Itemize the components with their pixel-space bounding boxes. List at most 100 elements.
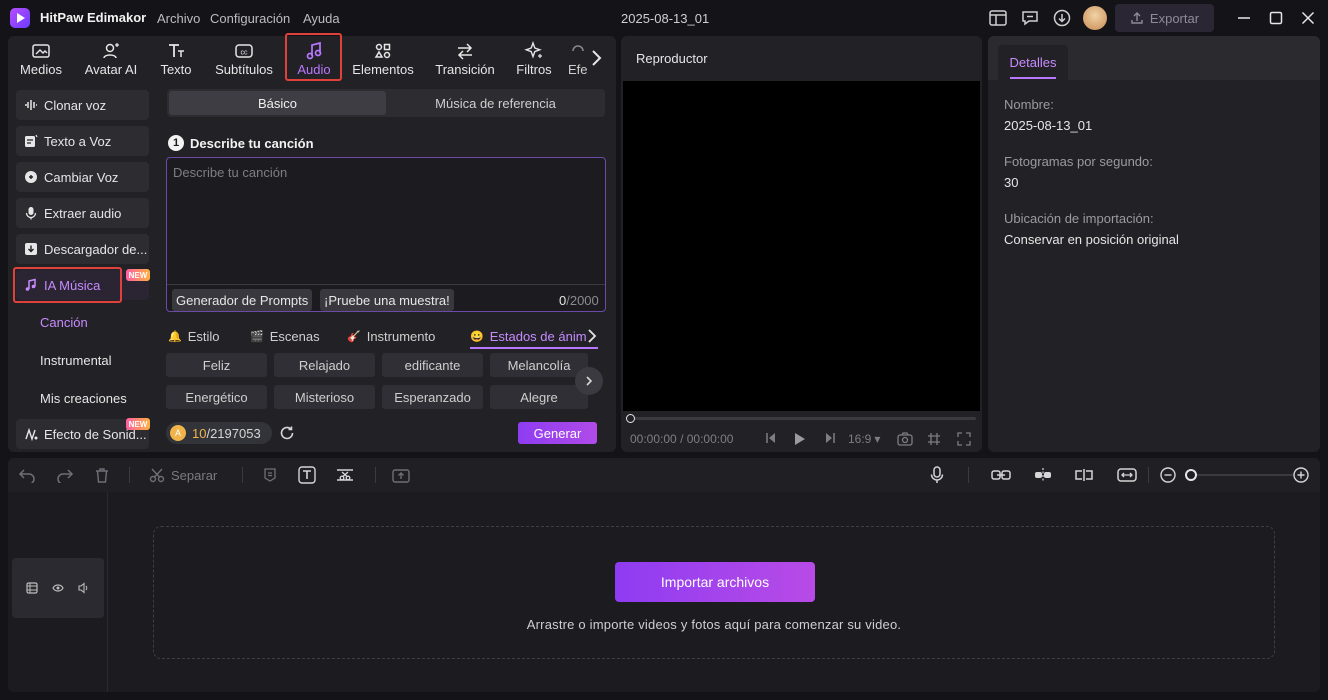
crop-grid-icon[interactable] (927, 432, 941, 446)
close-icon[interactable] (1298, 8, 1318, 28)
playback-progress-track[interactable] (629, 417, 976, 420)
zoom-slider-track[interactable] (1188, 474, 1293, 476)
player-title: Reproductor (636, 51, 708, 66)
sidebar-item-texto-a-voz[interactable]: Texto a Voz (16, 126, 149, 156)
sidebar-item-descargador[interactable]: Descargador de... (16, 234, 149, 264)
tags-next-button[interactable] (575, 367, 603, 395)
refresh-credits-icon[interactable] (278, 424, 296, 442)
import-files-button[interactable]: Importar archivos (615, 562, 815, 602)
tab-subtitulos[interactable]: cc Subtítulos (210, 36, 278, 80)
tag-misterioso[interactable]: Misterioso (274, 385, 375, 409)
prev-frame-icon[interactable] (765, 432, 777, 444)
audio-tab-highlight (285, 33, 342, 81)
credits-used: 10 (192, 425, 207, 441)
playback-scrubber[interactable] (626, 414, 635, 423)
category-active-underline (470, 347, 598, 349)
tabs-scroll-right-icon[interactable] (590, 48, 602, 68)
auto-cut-icon[interactable] (336, 466, 354, 484)
tag-esperanzado[interactable]: Esperanzado (382, 385, 483, 409)
field-label-nombre: Nombre: (1004, 97, 1054, 112)
segment-musica-referencia[interactable]: Música de referencia (388, 91, 603, 115)
tab-medios[interactable]: Medios (16, 36, 66, 80)
subtitle-style-icon[interactable] (262, 466, 278, 484)
menu-archivo[interactable]: Archivo (157, 11, 200, 26)
char-counter: 0/2000 (559, 293, 599, 308)
next-frame-icon[interactable] (824, 432, 836, 444)
snapshot-icon[interactable] (897, 432, 913, 446)
sidebar-sub-mis-creaciones[interactable]: Mis creaciones (40, 391, 127, 406)
play-icon[interactable] (794, 432, 806, 446)
zoom-slider-handle[interactable] (1185, 469, 1197, 481)
magnet-icon[interactable] (1033, 466, 1053, 484)
sidebar-item-cambiar-voz[interactable]: Cambiar Voz (16, 162, 149, 192)
split-track-icon[interactable] (1074, 466, 1094, 484)
tab-elementos[interactable]: Elementos (350, 36, 416, 80)
tab-texto[interactable]: Texto (156, 36, 196, 80)
generate-button[interactable]: Generar (518, 422, 597, 444)
record-voice-icon[interactable] (930, 466, 944, 484)
import-hint: Arrastre o importe videos y fotos aquí p… (526, 617, 902, 632)
download-circle-icon[interactable] (1052, 8, 1072, 28)
track-volume-icon[interactable] (78, 582, 90, 594)
track-header-divider (107, 492, 108, 692)
timeline-toolbar: Separar (8, 458, 1320, 492)
export-button[interactable]: Exportar (1115, 4, 1214, 32)
tag-feliz[interactable]: Feliz (166, 353, 267, 377)
export-clip-icon[interactable] (392, 466, 410, 484)
export-icon (1131, 12, 1143, 24)
fit-width-icon[interactable] (1117, 466, 1137, 484)
maximize-icon[interactable] (1266, 8, 1286, 28)
sidebar-item-label: Clonar voz (44, 97, 107, 113)
title-bar: HitPaw Edimakor Archivo Configuración Ay… (0, 0, 1328, 36)
tag-relajado[interactable]: Relajado (274, 353, 375, 377)
menu-ayuda[interactable]: Ayuda (303, 11, 340, 26)
zoom-in-icon[interactable] (1293, 466, 1309, 484)
tab-avatar-ai[interactable]: Avatar AI (80, 36, 142, 80)
import-drop-zone[interactable]: Importar archivos Arrastre o importe vid… (153, 526, 1275, 659)
aspect-ratio-select[interactable]: 16:9 ▾ (848, 432, 880, 446)
tab-detalles[interactable]: Detalles (998, 45, 1068, 80)
split-button[interactable]: Separar (149, 466, 217, 484)
video-preview[interactable] (623, 81, 980, 411)
track-film-icon[interactable] (26, 582, 38, 594)
menu-configuracion[interactable]: Configuración (210, 11, 290, 26)
text-tool-icon[interactable] (298, 466, 316, 484)
category-scroll-right-icon[interactable] (587, 329, 597, 343)
sidebar-sub-cancion[interactable]: Canción (40, 315, 88, 330)
fullscreen-icon[interactable] (957, 432, 971, 446)
feedback-icon[interactable] (1020, 8, 1040, 28)
field-label-ubicacion: Ubicación de importación: (1004, 211, 1154, 226)
track-visibility-icon[interactable] (52, 582, 64, 594)
redo-icon[interactable] (56, 466, 74, 484)
zoom-out-icon[interactable] (1160, 466, 1176, 484)
project-title: 2025-08-13_01 (621, 11, 710, 26)
tag-edificante[interactable]: edificante (382, 353, 483, 377)
tab-filtros[interactable]: Filtros (512, 36, 556, 80)
link-icon[interactable] (991, 466, 1011, 484)
category-tab-instrumento[interactable]: 🎸 Instrumento (347, 325, 435, 347)
tag-energetico[interactable]: Energético (166, 385, 267, 409)
undo-icon[interactable] (18, 466, 36, 484)
try-sample-button[interactable]: ¡Pruebe una muestra! (320, 289, 454, 311)
tab-transicion[interactable]: Transición (432, 36, 498, 80)
bell-icon: 🔔 (168, 330, 182, 343)
prompt-generator-button[interactable]: Generador de Prompts (172, 289, 313, 311)
textarea-divider (167, 284, 605, 285)
layout-icon[interactable] (988, 8, 1008, 28)
sidebar-sub-instrumental[interactable]: Instrumental (40, 353, 112, 368)
user-avatar[interactable] (1083, 6, 1107, 30)
delete-icon[interactable] (94, 466, 110, 484)
category-tab-escenas[interactable]: 🎬 Escenas (250, 325, 320, 347)
tag-melancolia[interactable]: Melancolía (490, 353, 588, 377)
sidebar-item-extraer-audio[interactable]: Extraer audio (16, 198, 149, 228)
tag-alegre[interactable]: Alegre (490, 385, 588, 409)
category-tab-estilo[interactable]: 🔔 Estilo (168, 325, 220, 347)
time-display: 00:00:00 / 00:00:00 (630, 432, 733, 446)
tab-label: Elementos (352, 62, 414, 77)
minimize-icon[interactable] (1234, 8, 1254, 28)
tab-label: Transición (435, 62, 495, 77)
segment-basico[interactable]: Básico (169, 91, 386, 115)
category-tab-estados-animo[interactable]: 😀 Estados de ánim (470, 325, 588, 347)
sidebar-item-clonar-voz[interactable]: Clonar voz (16, 90, 149, 120)
tab-efectos[interactable]: Efe (568, 36, 592, 80)
